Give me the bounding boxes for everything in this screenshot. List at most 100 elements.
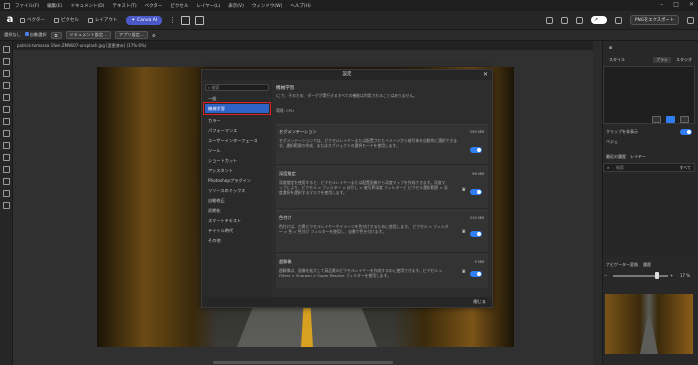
- shape-tool-icon[interactable]: [2, 166, 10, 173]
- settings-search-input[interactable]: ⌕ 検索: [205, 84, 269, 91]
- clip-toggle[interactable]: [680, 129, 692, 135]
- nav-other[interactable]: その他: [205, 236, 269, 245]
- horizontal-scrollbar[interactable]: [213, 361, 393, 364]
- grid-icon[interactable]: [181, 15, 191, 25]
- nav-tools[interactable]: ツール: [205, 146, 269, 155]
- nav-performance[interactable]: パフォーマンス: [205, 126, 269, 135]
- document-tab[interactable]: patrick-tomasso-1fwn-ZMWi07-unsplash.jpg…: [13, 41, 593, 50]
- brush-add-button[interactable]: [666, 116, 675, 123]
- history-tab[interactable]: 最近の履歴: [606, 154, 626, 160]
- eraser-tool-icon[interactable]: [2, 94, 10, 101]
- nav-assistant[interactable]: アシスタント: [205, 166, 269, 175]
- vector-persona-button[interactable]: ベクター: [20, 17, 45, 23]
- link-icon[interactable]: [575, 16, 583, 24]
- menu-view[interactable]: 表示(V): [228, 3, 244, 9]
- vector-label: ベクター: [27, 18, 45, 23]
- nav-general[interactable]: 一般: [205, 94, 269, 103]
- nav-title-era[interactable]: テイトル時代: [205, 226, 269, 235]
- layers-tab[interactable]: レイヤー: [630, 154, 646, 160]
- panel-tab-studio[interactable]: ⊞: [609, 45, 612, 50]
- colorize-toggle[interactable]: [470, 231, 482, 237]
- clone-tool-icon[interactable]: [2, 130, 10, 137]
- zoom-slider-thumb[interactable]: [655, 272, 659, 279]
- share-dropdown[interactable]: ↗: [590, 16, 607, 24]
- transform-icon[interactable]: ⧉: [50, 31, 62, 39]
- color-picker-icon[interactable]: [2, 190, 10, 197]
- card-depth: 深度推定 99 MB 深度推定を使用すると、ピクセルレイヤーまたは配置画像から深…: [276, 166, 488, 208]
- pixel-persona-button[interactable]: ピクセル: [53, 17, 79, 23]
- text-tool-icon[interactable]: [2, 154, 10, 161]
- tab-studio[interactable]: スタジオ: [676, 57, 692, 63]
- nav-user-interface[interactable]: ユーザーインターフェース: [205, 136, 269, 145]
- menu-text[interactable]: テキスト(T): [112, 3, 136, 9]
- brush-more-button[interactable]: [680, 116, 689, 123]
- document-settings-button[interactable]: ドキュメント設定...: [65, 31, 112, 39]
- zoom-out-icon[interactable]: −: [604, 273, 607, 278]
- brush-tool-icon[interactable]: [2, 82, 10, 89]
- nav-resource-mix[interactable]: リソースのミックス: [205, 186, 269, 195]
- crop-icon[interactable]: [195, 15, 205, 25]
- canva-ai-button[interactable]: ✦ Canva AI: [126, 15, 163, 25]
- menu-document[interactable]: ドキュメント(D): [70, 3, 104, 9]
- zoom-in-icon[interactable]: +: [670, 273, 673, 278]
- crop-tool-icon[interactable]: [2, 58, 10, 65]
- image-icon[interactable]: [545, 16, 553, 24]
- tab-brush[interactable]: ブラシ: [653, 57, 671, 63]
- nav-smart-text[interactable]: スマートテキスト: [205, 216, 269, 225]
- tab-history[interactable]: 履歴: [643, 262, 651, 268]
- zoom-value[interactable]: 17 %: [680, 273, 690, 278]
- app-settings-button[interactable]: アプリ設定...: [115, 31, 148, 39]
- fill-tool-icon[interactable]: [2, 106, 10, 113]
- layout-persona-button[interactable]: レイアウト: [87, 17, 118, 23]
- selection-tool-icon[interactable]: [2, 70, 10, 77]
- nav-init[interactable]: 初期化: [205, 206, 269, 215]
- layers-icon[interactable]: [614, 16, 622, 24]
- settings-icon[interactable]: [687, 16, 694, 24]
- nav-machine-learning[interactable]: 機械学習: [203, 102, 271, 115]
- minimize-icon[interactable]: –: [660, 1, 663, 8]
- layout-label: レイアウト: [94, 18, 118, 23]
- nav-shortcuts[interactable]: ショートカット: [205, 156, 269, 165]
- pen-icon[interactable]: [560, 16, 568, 24]
- brush-action-button[interactable]: [652, 116, 661, 123]
- nav-color[interactable]: カラー: [205, 116, 269, 125]
- card-super-resolution: 超解像 5 MB 超解像は、画像を拡大して高品質のピクセルレイヤーを作成するのに…: [276, 254, 488, 288]
- segmentation-toggle[interactable]: [470, 147, 482, 153]
- tab-transform[interactable]: 変換: [630, 262, 638, 268]
- bezier-label: ベジェ: [606, 139, 618, 144]
- menu-vector[interactable]: ベクター: [145, 3, 163, 9]
- pen-tool-icon[interactable]: [2, 142, 10, 149]
- zoom-slider[interactable]: [613, 275, 668, 277]
- zoom-tool-icon[interactable]: [2, 178, 10, 185]
- layers-filter-dropdown[interactable]: すべて: [679, 165, 691, 171]
- maximize-icon[interactable]: □: [673, 1, 679, 8]
- layers-search-input[interactable]: ⌕ 検索 すべて: [603, 163, 695, 172]
- auto-select-checkbox[interactable]: 自動選択: [24, 32, 47, 38]
- move-tool-icon[interactable]: [2, 46, 10, 53]
- menu-window[interactable]: ウィンドウ(W): [252, 3, 282, 9]
- card-size: 5 MB: [474, 259, 484, 264]
- close-icon[interactable]: ✕: [483, 71, 488, 78]
- tab-navigator[interactable]: ナビゲーター: [606, 262, 630, 268]
- depth-toggle[interactable]: [470, 189, 482, 195]
- close-window-icon[interactable]: ✕: [689, 1, 694, 8]
- pixel-icon: [53, 17, 59, 23]
- menu-file[interactable]: ファイル(F): [15, 3, 39, 9]
- tools-panel: [0, 41, 13, 365]
- more-menu-icon[interactable]: ⋮: [169, 16, 176, 24]
- more-tools-icon[interactable]: [2, 202, 10, 209]
- close-button[interactable]: 閉じる: [473, 299, 486, 305]
- sparkle-icon: ✦: [131, 17, 136, 23]
- menu-help[interactable]: ヘルプ(H): [290, 3, 310, 9]
- app-icon[interactable]: [4, 2, 10, 9]
- menu-pixel[interactable]: ピクセル: [170, 3, 188, 9]
- gear-icon[interactable]: ⚙: [152, 33, 156, 38]
- nav-photoshop-plugins[interactable]: Photoshopプラグイン: [205, 176, 269, 185]
- gradient-tool-icon[interactable]: [2, 118, 10, 125]
- export-button[interactable]: PNGをエクスポート: [629, 15, 679, 25]
- menu-layer[interactable]: レイヤー(L): [196, 3, 220, 9]
- nav-auto-correct[interactable]: 自動修正: [205, 196, 269, 205]
- card-text: セグメンテーションでは、ピクセルレイヤーまたは配置されたイメージから被写体を自動…: [279, 138, 458, 148]
- menu-edit[interactable]: 編集(E): [47, 3, 62, 9]
- super-resolution-toggle[interactable]: [470, 271, 482, 277]
